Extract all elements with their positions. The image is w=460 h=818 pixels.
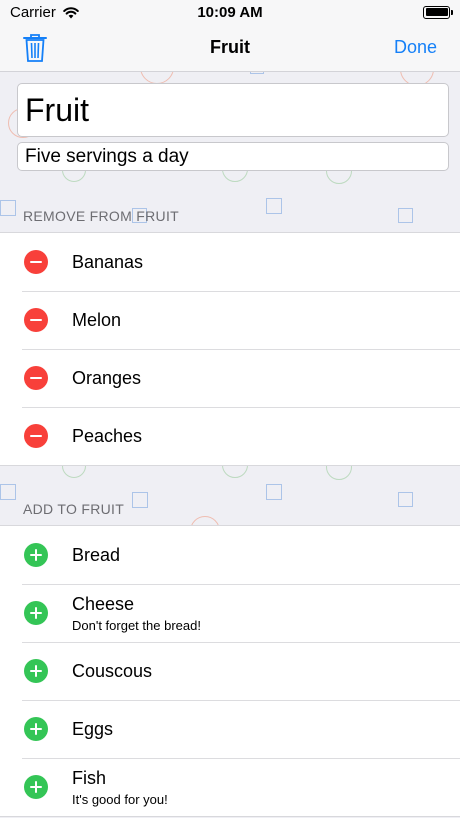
remove-section-header: REMOVE FROM FRUIT — [23, 208, 179, 224]
item-note: Don't forget the bread! — [72, 617, 201, 633]
minus-circle-icon[interactable] — [24, 366, 48, 390]
item-label: Peaches — [72, 425, 143, 446]
list-item[interactable]: Oranges — [0, 349, 460, 407]
item-note: It's good for you! — [72, 791, 168, 807]
status-left: Carrier — [10, 4, 80, 21]
list-item[interactable]: Fish It's good for you! — [0, 758, 460, 816]
list-item[interactable]: Bread — [0, 526, 460, 584]
plus-circle-icon[interactable] — [24, 775, 48, 799]
delete-list-button[interactable] — [23, 33, 53, 63]
list-description-field[interactable]: Five servings a day — [17, 142, 449, 171]
list-name-field[interactable]: Fruit — [17, 83, 449, 137]
item-label: Fish — [72, 767, 107, 788]
done-button[interactable]: Done — [394, 37, 437, 58]
item-label: Eggs — [72, 718, 114, 739]
decor-square — [0, 200, 16, 216]
wifi-icon — [63, 6, 79, 18]
list-item[interactable]: Eggs — [0, 700, 460, 758]
carrier-label: Carrier — [10, 3, 56, 21]
status-bar: Carrier 10:09 AM — [0, 0, 460, 24]
list-item[interactable]: Melon — [0, 291, 460, 349]
item-label: Oranges — [72, 367, 142, 388]
battery-icon — [423, 5, 453, 19]
decor-square — [132, 492, 148, 508]
add-section-header: ADD TO FRUIT — [23, 501, 125, 517]
decor-square — [266, 198, 282, 214]
plus-circle-icon[interactable] — [24, 601, 48, 625]
plus-circle-icon[interactable] — [24, 717, 48, 741]
decor-square — [398, 208, 413, 223]
trash-icon — [23, 33, 47, 62]
minus-circle-icon[interactable] — [24, 250, 48, 274]
list-item[interactable]: Bananas — [0, 233, 460, 291]
plus-circle-icon[interactable] — [24, 659, 48, 683]
item-label: Cheese — [72, 593, 135, 614]
item-label: Bananas — [72, 251, 144, 272]
decor-square — [398, 492, 413, 507]
decor-square — [250, 72, 264, 74]
item-label: Couscous — [72, 660, 153, 681]
add-list: Bread Cheese Don't forget the bread! Cou… — [0, 525, 460, 817]
navigation-bar: Fruit Done — [0, 24, 460, 72]
page-title: Fruit — [210, 37, 250, 57]
plus-circle-icon[interactable] — [24, 543, 48, 567]
remove-list: Bananas Melon Oranges Peaches — [0, 232, 460, 466]
list-item[interactable]: Cheese Don't forget the bread! — [0, 584, 460, 642]
item-label: Melon — [72, 309, 122, 330]
list-item[interactable]: Couscous — [0, 642, 460, 700]
list-item[interactable]: Peaches — [0, 407, 460, 465]
item-label: Bread — [72, 544, 121, 565]
minus-circle-icon[interactable] — [24, 424, 48, 448]
decor-square — [266, 484, 282, 500]
decor-square — [0, 484, 16, 500]
minus-circle-icon[interactable] — [24, 308, 48, 332]
